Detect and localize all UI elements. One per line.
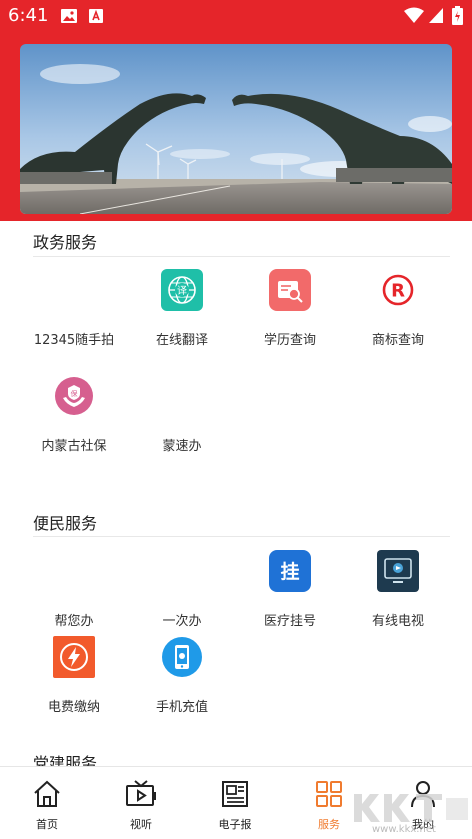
- service-medical-registration[interactable]: 挂 医疗挂号: [236, 550, 344, 632]
- service-inner-mongolia-social-security[interactable]: 保 内蒙古社保: [20, 375, 128, 457]
- service-online-translate[interactable]: 译 在线翻译: [128, 269, 236, 351]
- tab-e-newspaper[interactable]: 电子报: [188, 767, 282, 839]
- app-notification-icon: [89, 9, 103, 23]
- service-label: 有线电视: [371, 614, 424, 629]
- section-title-government: 政务服务: [33, 233, 98, 252]
- home-icon: [34, 780, 60, 807]
- service-label: 在线翻译: [155, 333, 208, 348]
- electricity-bolt-icon: [53, 636, 95, 678]
- service-12345-photo[interactable]: 12345随手拍: [20, 269, 128, 351]
- tab-audiovisual[interactable]: 视听: [94, 767, 188, 839]
- image-notification-icon: [61, 9, 77, 23]
- medical-registration-icon: 挂: [269, 550, 311, 592]
- battery-icon: [452, 6, 463, 25]
- svg-text:R: R: [391, 281, 405, 302]
- service-label: 手机充值: [155, 700, 208, 715]
- tab-label: 首页: [36, 818, 58, 831]
- newspaper-icon: [222, 781, 248, 807]
- service-label: 学历查询: [263, 333, 316, 348]
- translate-globe-icon: 译: [161, 269, 203, 311]
- service-label: 帮您办: [54, 614, 94, 629]
- watermark: www.kkx.net: [344, 790, 472, 839]
- section-title-party-building: 党建服务: [33, 754, 98, 766]
- svg-text:保: 保: [71, 389, 78, 398]
- service-one-time[interactable]: 一次办: [128, 550, 236, 632]
- service-label: 医疗挂号: [263, 614, 316, 629]
- blank-icon: [53, 269, 95, 311]
- service-electricity-payment[interactable]: 电费缴纳: [20, 636, 128, 718]
- grid-services-icon: [316, 781, 342, 807]
- service-cable-tv[interactable]: 有线电视: [344, 550, 452, 632]
- cable-tv-icon: [377, 550, 419, 592]
- blank-icon: [53, 550, 95, 592]
- status-time: 6:41: [8, 5, 49, 26]
- registered-trademark-icon: R: [377, 269, 419, 311]
- service-label: 商标查询: [371, 333, 424, 348]
- tab-label: 视听: [130, 818, 152, 831]
- service-help-you[interactable]: 帮您办: [20, 550, 128, 632]
- service-education-query[interactable]: 学历查询: [236, 269, 344, 351]
- services-content[interactable]: 政务服务 12345随手拍 译 在线翻译 学历查询 R 商标查询 保 内蒙古社保…: [12, 221, 460, 766]
- service-trademark-query[interactable]: R 商标查询: [344, 269, 452, 351]
- watermark-text: www.kkx.net: [372, 824, 436, 835]
- watermark-logo-icon: [354, 794, 468, 822]
- banner-image[interactable]: [20, 44, 452, 214]
- social-security-hand-icon: 保: [53, 375, 95, 417]
- service-label: 蒙速办: [162, 439, 202, 454]
- certificate-search-icon: [269, 269, 311, 311]
- tab-home[interactable]: 首页: [0, 767, 94, 839]
- phone-recharge-icon: [161, 636, 203, 678]
- tv-play-icon: [126, 780, 156, 806]
- service-mengsuban[interactable]: 蒙速办: [128, 375, 236, 457]
- service-label: 电费缴纳: [47, 700, 100, 715]
- service-label: 12345随手拍: [33, 333, 115, 348]
- tab-label: 电子报: [218, 818, 252, 831]
- svg-text:挂: 挂: [280, 560, 299, 583]
- wifi-icon: [404, 7, 424, 23]
- signal-icon: [429, 8, 443, 23]
- blank-icon: [161, 375, 203, 417]
- section-title-convenience: 便民服务: [33, 514, 98, 533]
- service-phone-recharge[interactable]: 手机充值: [128, 636, 236, 718]
- service-label: 内蒙古社保: [41, 439, 107, 454]
- status-bar: 6:41: [0, 0, 472, 33]
- blank-icon: [161, 550, 203, 592]
- section-divider: [33, 256, 450, 257]
- service-label: 一次办: [162, 614, 202, 629]
- section-divider: [33, 536, 450, 537]
- svg-text:译: 译: [177, 285, 187, 297]
